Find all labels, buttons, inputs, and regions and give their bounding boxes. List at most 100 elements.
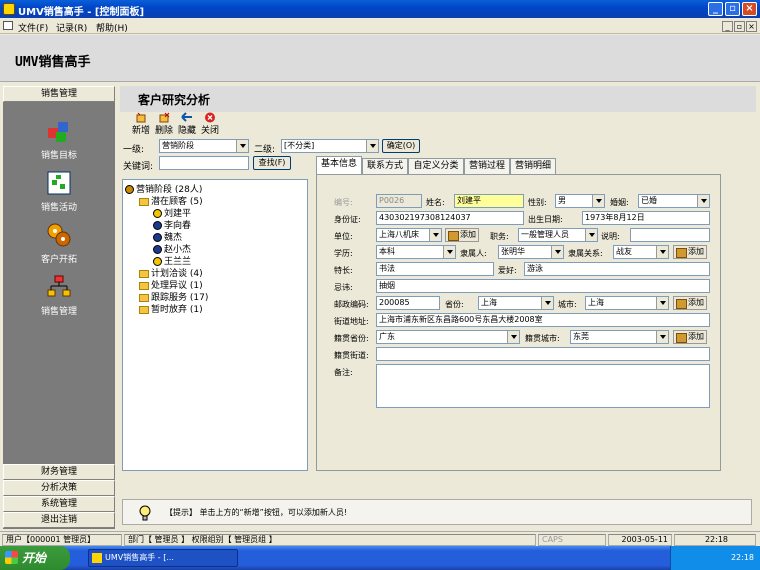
add-relation-button[interactable]: 添加 [673,245,707,259]
menu-file[interactable]: 文件(F) [18,21,48,34]
tab-sales-process[interactable]: 营销过程 [464,158,510,174]
prov-select[interactable]: 上海 [478,296,554,310]
sidebar-item-sales-target[interactable]: 销售目标 [3,118,115,161]
native-city-label: 籍贯城市: [525,334,560,343]
customer-tree[interactable]: 营销阶段 (28人) 潜在顾客 (5) 刘建平 李向春 魏杰 赵小杰 王兰兰 计… [122,179,308,471]
sidebar-section-finance[interactable]: 财务管理 [3,464,115,480]
relation-select[interactable]: 战友 [613,245,669,259]
activity-icon [47,171,71,195]
sidebar-section-analysis[interactable]: 分析决策 [3,480,115,496]
sidebar-section-logout[interactable]: 退出注销 [3,512,115,528]
sidebar-section-system[interactable]: 系统管理 [3,496,115,512]
tab-sales-detail[interactable]: 营销明细 [510,158,556,174]
mdi-close-button[interactable]: × [746,21,757,32]
hide-button[interactable]: 隐藏 [176,112,198,136]
hobby-field[interactable]: 游泳 [524,262,710,276]
city-select[interactable]: 上海 [585,296,669,310]
sidebar-item-customer-dev[interactable]: 客户开拓 [3,222,115,265]
remark-field[interactable] [376,364,710,408]
birth-field[interactable]: 1973年8月12日 [582,211,710,225]
tab-custom-category[interactable]: 自定义分类 [408,158,464,174]
keyword-input[interactable] [159,156,249,170]
level1-select[interactable]: 营销阶段 [159,139,249,153]
start-button[interactable]: 开始 [0,546,70,570]
close-window-button[interactable]: × [742,2,757,16]
id-field: P0026 [376,194,422,208]
add-unit-button[interactable]: 添加 [445,228,479,242]
level2-select[interactable]: [不分类] [281,139,379,153]
app-icon [3,3,15,15]
menu-help[interactable]: 帮助(H) [96,21,128,34]
chevron-down-icon [701,199,707,203]
status-dept: 部门【 管理员 】 权限组别【 管理员组 】 [124,534,536,546]
mdi-minimize-button[interactable]: _ [722,21,733,32]
arrow-left-icon [181,112,192,122]
cubes-icon [48,122,68,142]
chevron-down-icon [433,233,439,237]
folder-icon [139,197,149,206]
mdi-restore-button[interactable]: ▫ [734,21,745,32]
hobby-label: 爱好: [498,266,517,275]
taskbar-app-button[interactable]: UMV销售高手 - [... [88,549,238,567]
tab-basic-info[interactable]: 基本信息 [316,156,362,174]
taboo-label: 忌讳: [334,283,353,292]
skill-field[interactable]: 书法 [376,262,494,276]
folder-icon [139,293,149,302]
name-label: 姓名: [426,198,445,207]
chevron-down-icon [660,250,666,254]
tab-contact[interactable]: 联系方式 [362,158,408,174]
close-button[interactable]: 关闭 [199,112,221,136]
add-native-city-button[interactable]: 添加 [673,330,707,344]
search-button[interactable]: 查找(F) [253,156,291,170]
app-header: UMV销售高手 [0,35,760,82]
idcard-field[interactable]: 430302197308124037 [376,211,524,225]
sidebar-item-label: 销售目标 [40,151,77,161]
chevron-down-icon [240,144,246,148]
note-field[interactable] [630,228,710,242]
tip-bar: 【提示】 单击上方的“新增”按钮，可以添加新人员! [122,499,752,525]
chevron-down-icon [370,144,376,148]
person-icon [153,221,162,230]
post-select[interactable]: 一般管理人员 [518,228,598,242]
name-field[interactable]: 刘建平 [454,194,524,208]
delete-icon [159,112,170,123]
native-prov-select[interactable]: 广东 [376,330,520,344]
level1-label: 一级: [123,145,145,155]
new-button[interactable]: 新增 [130,112,152,136]
native-city-select[interactable]: 东莞 [570,330,669,344]
edu-select[interactable]: 本科 [376,245,456,259]
prov-label: 省份: [445,300,464,309]
chevron-down-icon [660,335,666,339]
gender-label: 性别: [528,198,547,207]
sidebar-item-sales-activity[interactable]: 销售活动 [3,170,115,213]
idcard-label: 身份证: [334,215,361,224]
tip-text: 【提示】 单击上方的“新增”按钮，可以添加新人员! [165,508,348,517]
confirm-button[interactable]: 确定(O) [382,139,420,153]
remark-label: 备注: [334,368,353,377]
skill-label: 特长: [334,266,353,275]
sidebar-section-sales[interactable]: 销售管理 [3,86,115,102]
taboo-field[interactable]: 抽烟 [376,279,710,293]
zip-field[interactable]: 200085 [376,296,440,310]
marriage-select[interactable]: 已婚 [638,194,710,208]
street-field[interactable]: 上海市浦东新区东昌路600号东昌大楼2008室 [376,313,710,327]
gender-select[interactable]: 男 [555,194,605,208]
minimize-button[interactable]: _ [708,2,723,16]
maximize-button[interactable]: ▫ [725,2,740,16]
belong-select[interactable]: 张明华 [498,245,564,259]
status-bar: 用户【000001 管理员】 部门【 管理员 】 权限组别【 管理员组 】 CA… [0,531,760,546]
org-chart-icon [47,275,71,297]
sidebar-item-sales-manage[interactable]: 销售管理 [3,274,115,317]
add-city-button[interactable]: 添加 [673,296,707,310]
status-user: 用户【000001 管理员】 [2,534,122,546]
page-title: 客户研究分析 [138,93,211,107]
menu-record[interactable]: 记录(R) [56,21,87,34]
street-label: 街道地址: [334,317,369,326]
unit-select[interactable]: 上海八机床 [376,228,442,242]
native-street-field[interactable] [376,347,710,361]
delete-button[interactable]: 删除 [153,112,175,136]
title-bar: UMV销售高手 - [控制面板] _ ▫ × [0,0,760,18]
birth-label: 出生日期: [528,215,563,224]
tree-node-group[interactable]: 暂时放弃 (1) [139,302,203,315]
id-label: 编号: [334,198,353,207]
